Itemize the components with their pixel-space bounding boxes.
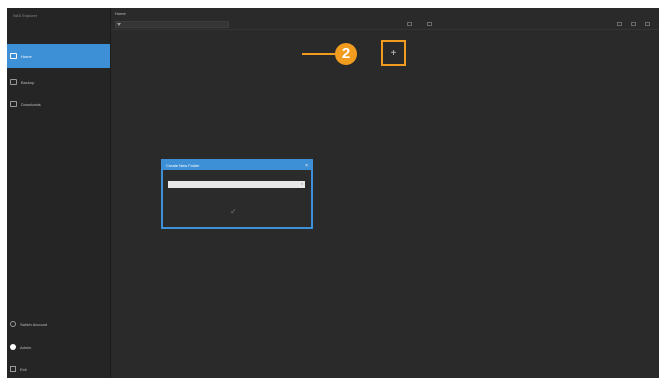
sidebar-item-backup[interactable]: Backup (7, 70, 110, 94)
view-list-button[interactable] (631, 22, 636, 26)
view-grid-button[interactable] (617, 22, 622, 26)
chevron-down-icon (117, 23, 121, 26)
sort-button[interactable] (427, 22, 432, 26)
callout-badge: 2 (335, 43, 357, 65)
confirm-button[interactable]: ✓ (230, 207, 237, 216)
new-folder-dialog: Create New Folder × × ✓ (161, 159, 313, 229)
download-icon (10, 101, 17, 107)
toolbar (111, 19, 659, 30)
app-title: NAS Explorer (13, 13, 38, 18)
dialog-header: Create New Folder × (163, 161, 311, 170)
close-icon[interactable]: × (305, 163, 308, 169)
page-title: Home (115, 11, 126, 16)
refresh-button[interactable] (407, 22, 412, 26)
plus-icon: + (390, 47, 397, 59)
dialog-title: Create New Folder (166, 163, 200, 168)
key-icon (10, 321, 16, 327)
exit-button[interactable]: Exit (7, 362, 110, 376)
sidebar-item-home[interactable]: Home (7, 44, 110, 68)
folder-name-input[interactable] (168, 181, 305, 188)
backup-icon (10, 79, 17, 85)
clear-input-icon[interactable]: × (301, 182, 305, 186)
sidebar: NAS Explorer Home Backup Downloads Switc… (7, 8, 111, 378)
callout-line (302, 53, 336, 55)
exit-icon (10, 366, 16, 372)
sidebar-item-label: Home (21, 53, 32, 59)
sidebar-item-label: Downloads (21, 101, 41, 107)
user-icon (10, 344, 16, 350)
path-selector[interactable] (115, 21, 229, 28)
more-button[interactable] (645, 22, 650, 26)
switch-account-label: Switch Account (20, 321, 48, 327)
app-window: NAS Explorer Home Backup Downloads Switc… (7, 8, 659, 378)
sidebar-item-label: Backup (21, 79, 35, 85)
user-label: Admin (20, 344, 32, 350)
new-folder-button[interactable]: + (381, 40, 406, 66)
sidebar-item-downloads[interactable]: Downloads (7, 92, 110, 116)
user-button[interactable]: Admin (7, 340, 110, 354)
folder-icon (10, 53, 17, 59)
switch-account-button[interactable]: Switch Account (7, 317, 110, 331)
exit-label: Exit (20, 366, 27, 372)
